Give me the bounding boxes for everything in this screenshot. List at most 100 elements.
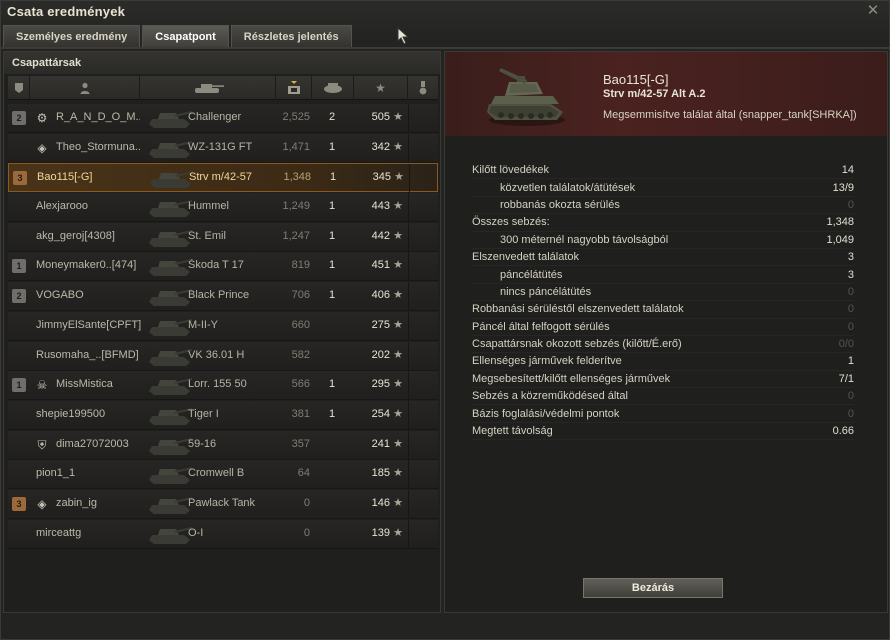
tab-bar: Személyes eredmény Csapatpont Részletes … <box>3 25 354 47</box>
table-row[interactable]: 2 VOGABO Black Prince 706 1 406 ★ <box>8 282 438 312</box>
xp-star-icon: ★ <box>393 437 403 450</box>
xp-cell: 241 <box>371 437 390 450</box>
xp-star-icon: ★ <box>393 111 403 123</box>
damage-cell: 1,247 <box>282 229 310 242</box>
close-icon[interactable]: ✕ <box>865 3 881 19</box>
table-row[interactable]: akg_geroj[4308] St. Emil 1,247 1 442 ★ <box>8 222 438 252</box>
column-divider <box>408 460 409 490</box>
battle-results-window: Csata eredmények ✕ Személyes eredmény Cs… <box>0 0 890 640</box>
table-row[interactable]: 3 Bao115[-G] Strv m/42-57 1,348 1 345 ★ <box>8 163 438 194</box>
squad-badge: 2 <box>12 289 26 304</box>
damage-cell: 64 <box>297 467 310 480</box>
xp-cell: 451 <box>371 259 390 272</box>
table-row[interactable]: 1 Moneymaker0..[474] Škoda T 17 819 1 451 ★ <box>8 252 438 282</box>
kills-cell: 1 <box>328 140 336 153</box>
kills-cell: 1 <box>329 171 337 184</box>
stat-label: 300 méternél nagyobb távolságból <box>500 233 669 246</box>
stat-row: Megsebesített/kilőtt ellenséges járművek… <box>472 371 854 389</box>
stat-value: 1,348 <box>826 216 854 229</box>
player-name-cell[interactable]: MissMistica <box>56 378 140 390</box>
player-name-cell[interactable]: Alexjarooo <box>36 200 142 212</box>
damage-cell: 0 <box>303 496 310 509</box>
tank-name-cell: Škoda T 17 <box>188 259 244 272</box>
stat-value: 0.66 <box>832 425 854 438</box>
column-divider <box>408 222 409 252</box>
close-button[interactable]: Bezárás <box>583 578 723 598</box>
xp-cell: 443 <box>371 200 390 213</box>
stat-label: Robbanási sérüléstől elszenvedett talála… <box>472 303 684 316</box>
player-name-cell[interactable]: Theo_Stormuna.. <box>56 141 140 153</box>
squad-badge: 3 <box>12 496 26 511</box>
stat-label: Összes sebzés: <box>472 216 550 229</box>
tank-thumbnail <box>145 165 195 191</box>
tank-icon[interactable] <box>140 76 276 100</box>
xp-star-icon[interactable]: ★ <box>354 76 408 100</box>
player-name-cell[interactable]: mirceattg <box>36 527 142 539</box>
stat-label: robbanás okozta sérülés <box>500 198 620 211</box>
table-row[interactable]: Alexjarooo Hummel 1,249 1 443 ★ <box>8 193 438 223</box>
player-name-cell[interactable]: JimmyElSante[CPFT] <box>36 319 142 331</box>
tab-detailed-report[interactable]: Részletes jelentés <box>230 25 352 47</box>
tank-thumbnail <box>144 135 194 161</box>
damage-cell: 357 <box>291 437 310 450</box>
team-panel: Csapattársak ★ 2 ⚙ R_A_N_D_O_M.. Challenger… <box>3 51 441 613</box>
player-name-cell[interactable]: pion1_1 <box>36 467 142 479</box>
stat-label: Elszenvedett találatok <box>472 251 580 264</box>
table-row[interactable]: pion1_1 Cromwell B 64 185 ★ <box>8 460 438 490</box>
stat-value: 0 <box>847 390 854 403</box>
xp-star-icon: ★ <box>393 467 403 480</box>
player-name-cell[interactable]: akg_geroj[4308] <box>36 230 142 242</box>
player-name-cell[interactable]: zabin_ig <box>56 497 140 509</box>
player-icon[interactable] <box>30 76 140 100</box>
table-row[interactable]: Rusomaha_..[BFMD] VK 36.01 H 582 202 ★ <box>8 341 438 371</box>
player-name-cell[interactable]: VOGABO <box>36 289 142 301</box>
table-row[interactable]: JimmyElSante[CPFT] M-II-Y 660 275 ★ <box>8 311 438 341</box>
stat-row: 300 méternél nagyobb távolságból 1,049 <box>472 232 854 249</box>
damage-sort-icon[interactable] <box>276 76 312 100</box>
stat-value: 0 <box>847 198 854 211</box>
tank-name-cell: Challenger <box>188 111 242 123</box>
column-divider <box>408 341 409 371</box>
player-name-cell[interactable]: Rusomaha_..[BFMD] <box>36 349 142 361</box>
stat-row: Elszenvedett találatok 3 <box>472 249 854 267</box>
team-rows: 2 ⚙ R_A_N_D_O_M.. Challenger 2,525 2 505 ★ ◈ Theo… <box>8 104 438 549</box>
column-divider <box>408 133 409 163</box>
table-row[interactable]: 3 ◈ zabin_ig Pawlack Tank 0 146 ★ <box>8 489 438 519</box>
table-row[interactable]: 2 ⚙ R_A_N_D_O_M.. Challenger 2,525 2 505 ★ <box>8 104 438 133</box>
stat-row: Kilőtt lövedékek 14 <box>472 162 854 180</box>
xp-star-icon: ★ <box>393 140 403 153</box>
player-name-cell[interactable]: R_A_N_D_O_M.. <box>56 111 140 123</box>
xp-cell: 442 <box>371 229 390 242</box>
kills-cell: 1 <box>328 289 336 302</box>
xp-star-icon: ★ <box>393 229 403 242</box>
tab-team[interactable]: Csapatpont <box>142 25 229 47</box>
kills-icon[interactable] <box>312 76 354 100</box>
column-divider <box>408 104 409 133</box>
xp-cell: 295 <box>371 378 390 391</box>
tank-thumbnail <box>144 402 194 428</box>
window-title: Csata eredmények <box>7 4 126 19</box>
tab-personal[interactable]: Személyes eredmény <box>3 25 141 47</box>
player-name-cell[interactable]: dima27072003 <box>56 438 140 450</box>
table-row[interactable]: 1 ☠ MissMistica Lorr. 155 50 566 1 295 ★ <box>8 371 438 401</box>
shield-emblem-icon: ⛨ <box>37 437 47 452</box>
table-row[interactable]: ⛨ dima27072003 59-16 357 241 ★ <box>8 430 438 460</box>
title-bar: Csata eredmények ✕ <box>1 1 889 25</box>
stat-value: 3 <box>847 268 854 281</box>
team-heading: Csapattársak <box>4 52 440 74</box>
table-row[interactable]: shepie199500 Tiger I 381 1 254 ★ <box>8 400 438 430</box>
kills-cell: 1 <box>328 378 336 391</box>
stat-label: nincs páncélátütés <box>500 285 592 298</box>
stat-value: 7/1 <box>838 372 854 385</box>
stat-row: közvetlen találatok/átütések 13/9 <box>472 179 854 197</box>
xp-star-icon: ★ <box>393 318 403 331</box>
table-row[interactable]: ◈ Theo_Stormuna.. WZ-131G FT 1,471 1 342 ★ <box>8 133 438 163</box>
player-name-cell[interactable]: Bao115[-G] <box>37 171 143 183</box>
damage-cell: 381 <box>291 407 310 420</box>
table-row[interactable]: mirceattg O-I 0 139 ★ <box>8 519 438 549</box>
player-name-cell[interactable]: shepie199500 <box>36 408 142 420</box>
player-name-cell[interactable]: Moneymaker0..[474] <box>36 259 142 271</box>
squad-icon[interactable] <box>8 76 30 100</box>
tank-thumbnail <box>144 432 194 458</box>
medal-icon[interactable] <box>408 76 438 100</box>
